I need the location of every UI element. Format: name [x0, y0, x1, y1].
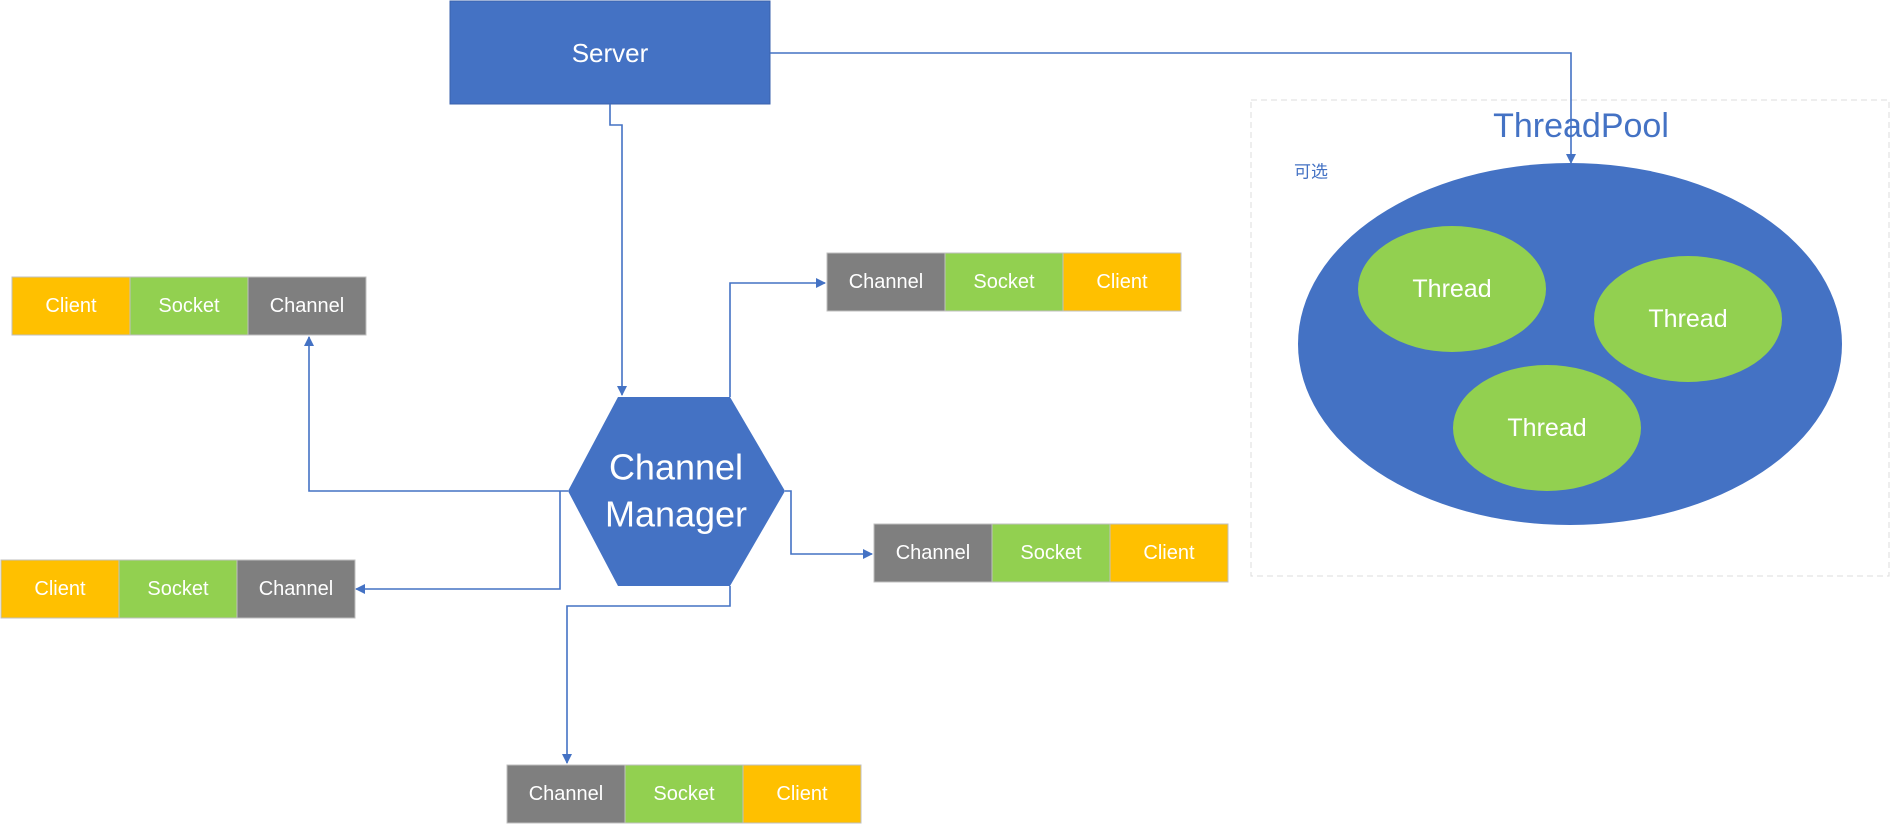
server-label: Server	[572, 38, 649, 68]
client-label: Client	[776, 783, 828, 805]
connection-row[interactable]: Client Socket Channel	[11, 276, 367, 336]
socket-label: Socket	[158, 295, 220, 317]
diagram-canvas: ThreadPool 可选 Thread Thread Thread Serve…	[0, 0, 1890, 824]
channel-manager-node[interactable]: Channel Manager	[568, 397, 785, 586]
thread-node[interactable]: Thread	[1358, 226, 1546, 352]
thread-label: Thread	[1507, 414, 1586, 442]
connector-server-to-threadpool	[770, 52, 1576, 164]
client-label: Client	[34, 578, 86, 600]
connection-row[interactable]: Client Socket Channel	[0, 559, 356, 619]
connection-row[interactable]: Channel Socket Client	[826, 252, 1182, 312]
socket-label: Socket	[973, 271, 1035, 293]
connector-manager-to-row4	[785, 490, 873, 559]
socket-label: Socket	[147, 578, 209, 600]
server-node[interactable]: Server	[449, 0, 771, 105]
thread-node[interactable]: Thread	[1594, 256, 1782, 382]
manager-label-line1: Channel	[609, 447, 743, 488]
channel-label: Channel	[259, 578, 334, 600]
connector-manager-to-row1	[304, 336, 568, 492]
channel-label: Channel	[849, 271, 924, 293]
connector-manager-to-row3	[729, 278, 826, 397]
client-label: Client	[45, 295, 97, 317]
connection-row[interactable]: Channel Socket Client	[506, 764, 862, 824]
client-label: Client	[1143, 542, 1195, 564]
connector-manager-to-row5	[562, 586, 731, 764]
channel-label: Channel	[896, 542, 971, 564]
manager-label-line2: Manager	[605, 494, 747, 535]
thread-label: Thread	[1648, 305, 1727, 333]
optional-note: 可选	[1294, 163, 1328, 182]
thread-label: Thread	[1412, 275, 1491, 303]
connector-server-to-manager	[609, 104, 627, 396]
connection-row[interactable]: Channel Socket Client	[873, 523, 1229, 583]
client-label: Client	[1096, 271, 1148, 293]
thread-node[interactable]: Thread	[1453, 365, 1641, 491]
connector-manager-to-row2	[355, 491, 561, 594]
socket-label: Socket	[653, 783, 715, 805]
threadpool-title: ThreadPool	[1493, 107, 1669, 145]
socket-label: Socket	[1020, 542, 1082, 564]
channel-label: Channel	[529, 783, 604, 805]
channel-label: Channel	[270, 295, 345, 317]
